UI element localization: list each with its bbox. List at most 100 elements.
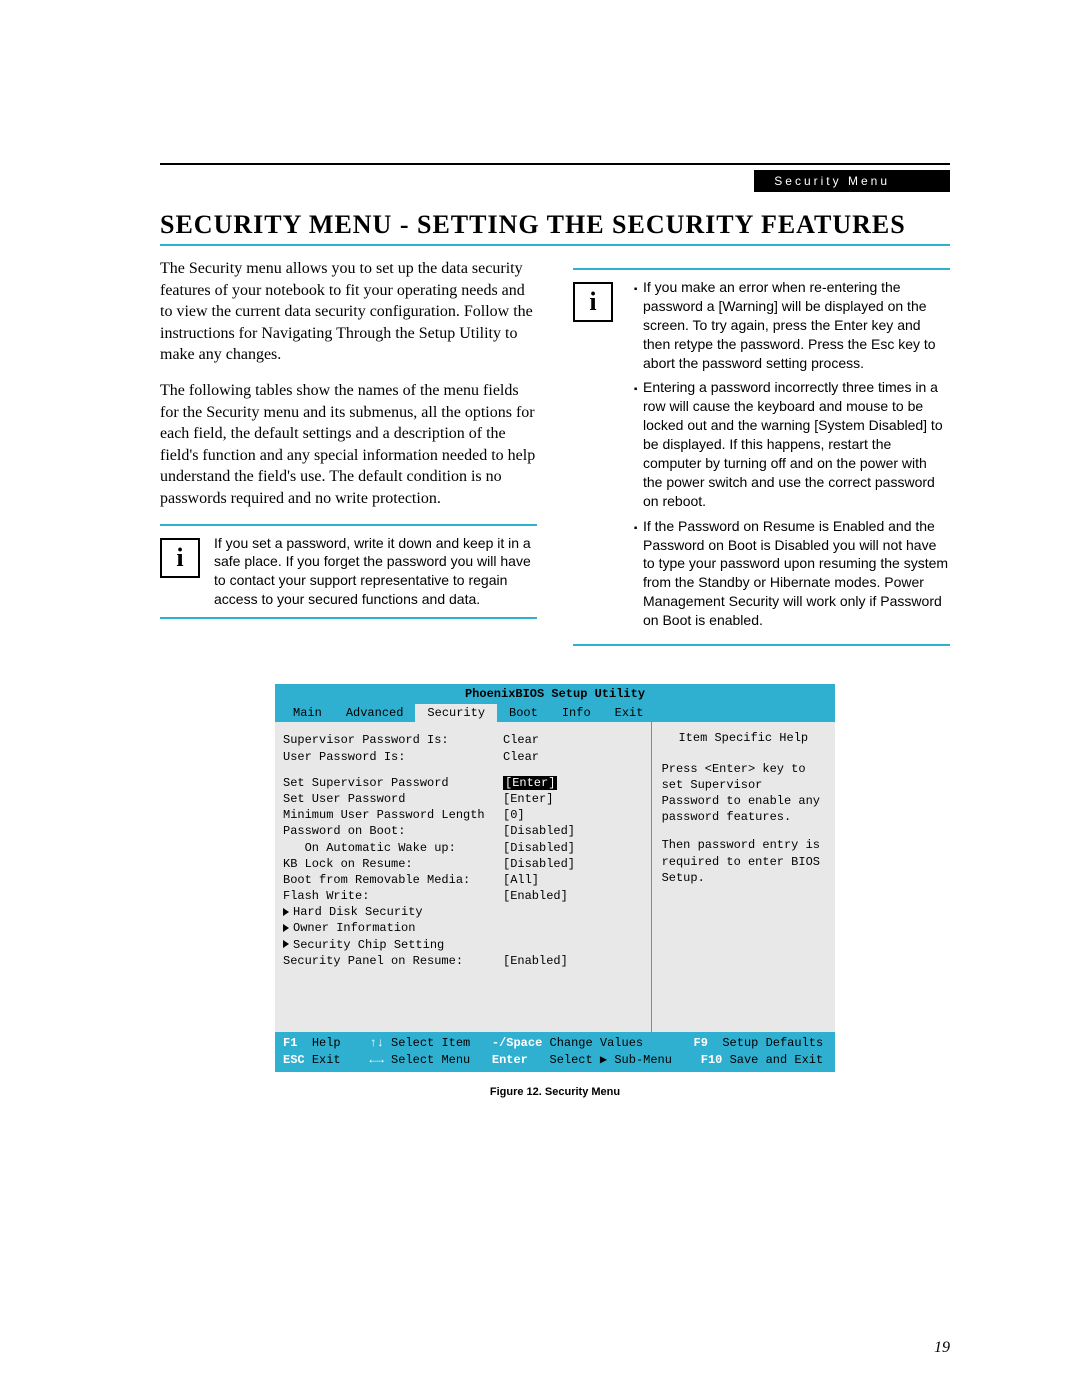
label-select-submenu: Select ▶ Sub-Menu [550,1053,672,1067]
key-f9: F9 [694,1036,708,1050]
bios-setting-label: Password on Boot: [283,823,503,839]
label-select-menu: Select Menu [391,1053,470,1067]
label-save-exit: Save and Exit [730,1053,824,1067]
submenu-arrow-icon [283,908,289,916]
right-column: i If you make an error when re-entering … [573,258,950,660]
bios-setting-row[interactable]: KB Lock on Resume:[Disabled] [283,856,643,872]
key-f1: F1 [283,1036,297,1050]
bios-help-text-2: Then password entry is required to enter… [662,837,825,886]
key-enter: Enter [492,1053,528,1067]
left-column: The Security menu allows you to set up t… [160,258,537,660]
bios-setting-label: KB Lock on Resume: [283,856,503,872]
bios-setting-row[interactable]: User Password Is:Clear [283,749,643,765]
callout-list: If you make an error when re-entering th… [627,278,950,636]
bios-tab-advanced[interactable]: Advanced [334,704,416,722]
bios-setting-value: [Enter] [503,775,643,791]
label-help: Help [312,1036,341,1050]
key-f10: F10 [701,1053,723,1067]
bios-footer-row-1: F1 Help ↑↓ Select Item -/Space Change Va… [283,1035,827,1051]
bios-setting-label: Minimum User Password Length [283,807,503,823]
bios-setting-row[interactable]: Hard Disk Security [283,904,643,920]
bios-titlebar: PhoenixBIOS Setup Utility [275,684,835,704]
bios-setting-row[interactable]: Minimum User Password Length[0] [283,807,643,823]
bios-setting-row[interactable]: Password on Boot:[Disabled] [283,823,643,839]
bios-footer-row-2: ESC Exit ←→ Select Menu Enter Select ▶ S… [283,1052,827,1068]
bios-setting-row[interactable]: Set Supervisor Password[Enter] [283,775,643,791]
bios-setting-row[interactable]: Flash Write:[Enabled] [283,888,643,904]
spacer [283,765,643,775]
bios-setting-value: [Disabled] [503,823,643,839]
info-icon: i [160,538,200,578]
bios-tab-security[interactable]: Security [415,704,497,722]
bios-setting-value [503,904,643,920]
section-header-tab: Security Menu [754,170,950,192]
page: Security Menu SECURITY MENU - SETTING TH… [0,0,1080,1397]
bios-tab-boot[interactable]: Boot [497,704,550,722]
page-title: SECURITY MENU - SETTING THE SECURITY FEA… [160,210,950,240]
label-select-item: Select Item [391,1036,470,1050]
title-rule [160,244,950,246]
bios-setting-label: Supervisor Password Is: [283,732,503,748]
callout-password-safekeeping: i If you set a password, write it down a… [160,524,537,620]
bios-setting-row[interactable]: Boot from Removable Media:[All] [283,872,643,888]
bios-tab-main[interactable]: Main [281,704,334,722]
callout-password-warnings: i If you make an error when re-entering … [573,268,950,646]
bios-setting-value: Clear [503,732,643,748]
bios-setting-row[interactable]: Security Panel on Resume:[Enabled] [283,953,643,969]
bios-setting-label: Boot from Removable Media: [283,872,503,888]
bios-setting-label: Set Supervisor Password [283,775,503,791]
bios-figure: PhoenixBIOS Setup Utility MainAdvancedSe… [275,684,835,1072]
callout-bullet-1: If you make an error when re-entering th… [643,278,950,372]
callout-bullet-2: Entering a password incorrectly three ti… [643,378,950,510]
key-esc: ESC [283,1053,305,1067]
bios-settings-panel: Supervisor Password Is:ClearUser Passwor… [275,722,651,1032]
bios-setting-value: [Disabled] [503,840,643,856]
spacer [662,825,825,837]
bios-tab-info[interactable]: Info [550,704,603,722]
bios-setting-label: Owner Information [283,920,503,936]
submenu-arrow-icon [283,924,289,932]
label-setup-defaults: Setup Defaults [722,1036,823,1050]
page-number: 19 [934,1339,950,1357]
bios-help-title: Item Specific Help [662,730,825,746]
key-space: -/Space [492,1036,542,1050]
bios-body: Supervisor Password Is:ClearUser Passwor… [275,722,835,1032]
bios-setting-value [503,937,643,953]
key-leftright: ←→ [369,1053,383,1067]
intro-paragraph-2: The following tables show the names of t… [160,380,537,510]
bios-help-panel: Item Specific Help Press <Enter> key to … [651,722,835,1032]
callout-text: If you set a password, write it down and… [214,534,537,610]
bios-setting-row[interactable]: Owner Information [283,920,643,936]
bios-setting-value: Clear [503,749,643,765]
submenu-arrow-icon [283,940,289,948]
bios-setting-value [503,920,643,936]
bios-setting-row[interactable]: Security Chip Setting [283,937,643,953]
bios-setting-value: [Enabled] [503,888,643,904]
bios-setting-value: [Enter] [503,791,643,807]
bios-setting-row[interactable]: On Automatic Wake up:[Disabled] [283,840,643,856]
bios-setting-row[interactable]: Set User Password[Enter] [283,791,643,807]
bios-setting-label: On Automatic Wake up: [283,840,503,856]
info-icon: i [573,282,613,322]
label-change-values: Change Values [550,1036,644,1050]
bios-setting-value: [Enabled] [503,953,643,969]
bios-setting-label: Set User Password [283,791,503,807]
bios-setting-label: Security Chip Setting [283,937,503,953]
callout-bullet-3: If the Password on Resume is Enabled and… [643,517,950,630]
intro-paragraph-1: The Security menu allows you to set up t… [160,258,537,366]
bios-footer: F1 Help ↑↓ Select Item -/Space Change Va… [275,1032,835,1071]
bios-setting-row[interactable]: Supervisor Password Is:Clear [283,732,643,748]
top-rule [160,163,950,165]
bios-setting-value: [All] [503,872,643,888]
bios-setting-label: Hard Disk Security [283,904,503,920]
bios-setting-label: Security Panel on Resume: [283,953,503,969]
bios-setting-value: [Disabled] [503,856,643,872]
highlighted-value: [Enter] [503,776,557,790]
bios-setting-label: Flash Write: [283,888,503,904]
label-exit: Exit [312,1053,341,1067]
bios-help-text-1: Press <Enter> key to set Supervisor Pass… [662,761,825,826]
bios-tabbar: MainAdvancedSecurityBootInfoExit [275,704,835,722]
bios-tab-exit[interactable]: Exit [603,704,656,722]
bios-setting-label: User Password Is: [283,749,503,765]
key-updown: ↑↓ [369,1036,383,1050]
